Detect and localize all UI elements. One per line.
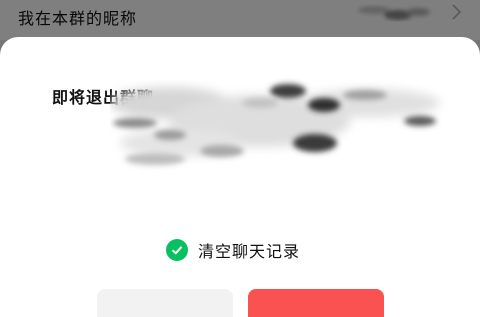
cancel-button[interactable] xyxy=(97,289,233,317)
exit-group-dialog: 即将退出群聊 清空聊天记录 xyxy=(0,37,480,317)
clear-history-checkbox[interactable]: 清空聊天记录 xyxy=(166,238,300,262)
exit-group-button[interactable] xyxy=(248,289,384,317)
redacted-group-name xyxy=(110,84,440,165)
check-circle-icon xyxy=(166,239,188,261)
clear-history-label: 清空聊天记录 xyxy=(198,242,301,261)
